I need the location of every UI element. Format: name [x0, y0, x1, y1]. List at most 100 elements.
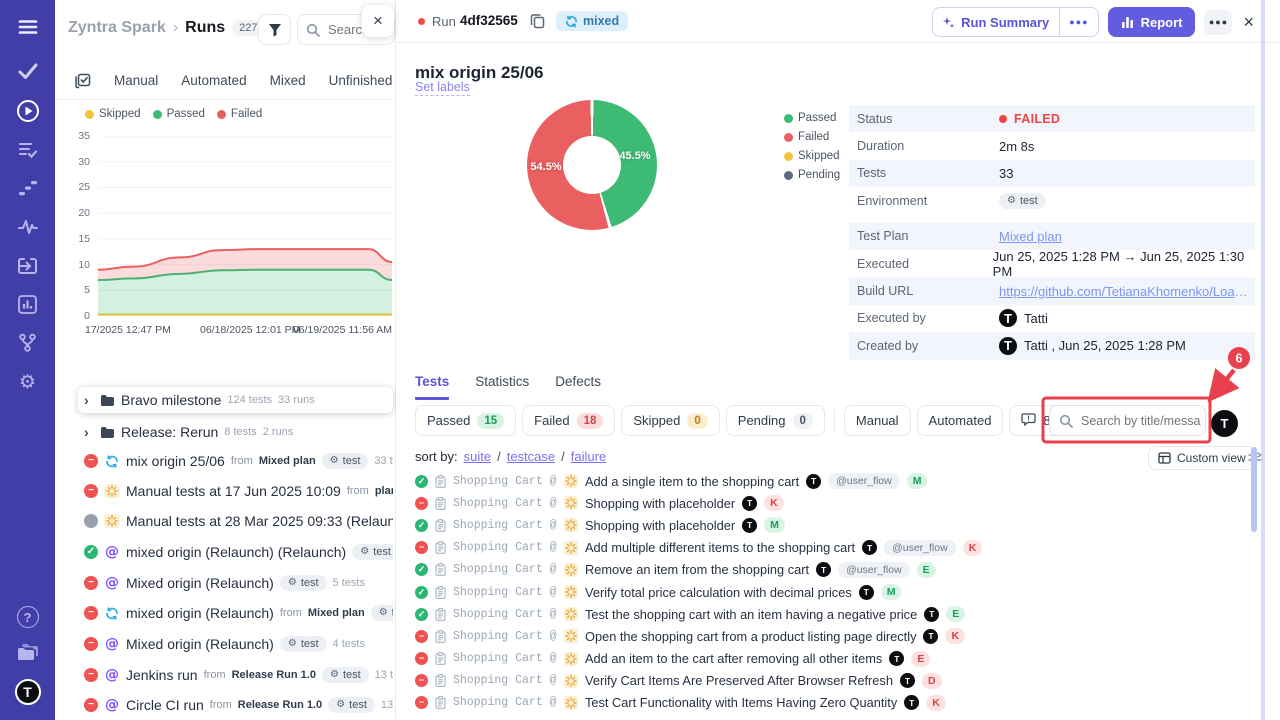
tests-icon[interactable]: [0, 60, 55, 82]
run-summary-more-icon[interactable]: ●●●: [1059, 8, 1097, 36]
runs-tab-automated[interactable]: Automated: [181, 73, 246, 88]
report-button[interactable]: Report: [1108, 7, 1196, 37]
tab-statistics[interactable]: Statistics: [475, 374, 529, 400]
imports-icon[interactable]: [0, 255, 55, 277]
runs-tab-mixed[interactable]: Mixed: [270, 73, 306, 88]
run-list-item[interactable]: ›Bravo milestone124 tests33 runs: [78, 387, 393, 413]
tab-tests[interactable]: Tests: [415, 374, 449, 400]
run-from-plan[interactable]: Mixed plan: [308, 607, 365, 619]
run-list-item[interactable]: −@Circle CI runfromRelease Run 1.0⚙test1…: [78, 692, 393, 718]
run-from-plan[interactable]: plan 1: [375, 485, 393, 497]
test-suite-name: Shopping Cart @first…: [453, 563, 557, 576]
run-from-plan[interactable]: Release Run 1.0: [232, 669, 316, 681]
filter-chip-pending[interactable]: Pending0: [726, 405, 825, 436]
test-row[interactable]: −Shopping Cart @first…Add an item to the…: [415, 648, 1248, 670]
test-row[interactable]: ✓Shopping Cart @first…Shopping with plac…: [415, 514, 1248, 536]
clipboard-icon: [435, 519, 446, 532]
filter-chip-manual[interactable]: Manual: [844, 405, 911, 436]
filter-funnel-button[interactable]: [258, 14, 291, 45]
breadcrumb-project[interactable]: Zyntra Spark: [68, 19, 166, 37]
run-list-item[interactable]: −@Mixed origin (Relaunch)⚙test5 tests: [78, 570, 393, 596]
donut-legend-failed[interactable]: Failed: [784, 131, 840, 143]
legend-item-passed[interactable]: Passed: [153, 108, 205, 120]
sort-link-testcase[interactable]: testcase: [507, 449, 555, 464]
set-labels-link[interactable]: Set labels: [415, 80, 470, 96]
detail-link[interactable]: https://github.com/TetianaKhomenko/Load-…: [999, 284, 1254, 299]
table-icon: [1158, 452, 1171, 464]
pulse-icon[interactable]: [0, 217, 55, 237]
run-from-plan[interactable]: Mixed plan: [259, 455, 316, 467]
test-row[interactable]: −Shopping Cart @first…Add multiple diffe…: [415, 537, 1248, 559]
donut-legend-passed[interactable]: Passed: [784, 112, 840, 124]
settings-icon[interactable]: ⚙: [0, 371, 55, 394]
comment-bubble-icon: !: [1021, 413, 1036, 429]
detail-link[interactable]: Mixed plan: [999, 229, 1062, 244]
run-status-dot: [418, 18, 425, 25]
user-avatar: T: [999, 309, 1017, 327]
tests-scrollbar-thumb[interactable]: [1251, 447, 1257, 532]
test-row[interactable]: ✓Shopping Cart @first…Test the shopping …: [415, 603, 1248, 625]
breadcrumb-page[interactable]: Runs: [185, 19, 225, 37]
run-list-view-icon[interactable]: [75, 73, 91, 89]
projects-icon[interactable]: [0, 641, 55, 663]
test-plans-icon[interactable]: [0, 140, 55, 160]
run-list-item[interactable]: −@Mixed origin (Relaunch)⚙test4 tests: [78, 631, 393, 657]
more-actions-button[interactable]: ●●●: [1204, 10, 1232, 35]
run-list-item[interactable]: −mix origin 25/06fromMixed plan⚙test33 t…: [78, 448, 393, 474]
run-type-at-icon: @: [104, 667, 120, 683]
gear-icon: ⚙: [360, 547, 369, 557]
runs-tab-unfinished[interactable]: Unfinished: [329, 73, 393, 88]
run-status-unknown-icon: [84, 514, 98, 528]
legend-item-failed[interactable]: Failed: [217, 108, 262, 120]
account-avatar[interactable]: T: [0, 679, 55, 705]
run-list-item[interactable]: −mixed origin (Relaunch)fromMixed plan⚙t…: [78, 600, 393, 626]
menu-icon[interactable]: [0, 16, 55, 38]
test-author-avatar: T: [816, 562, 831, 577]
run-tests-count: 13 tests: [375, 669, 393, 681]
sort-link-failure[interactable]: failure: [571, 449, 606, 464]
filter-chip-skipped[interactable]: Skipped0: [621, 405, 719, 436]
tests-search-input[interactable]: [1079, 406, 1203, 435]
legend-dot: [217, 110, 226, 119]
close-run-button[interactable]: ×: [1241, 12, 1256, 33]
test-row[interactable]: −Shopping Cart @first…Verify Cart Items …: [415, 670, 1248, 692]
run-from-plan[interactable]: Release Run 1.0: [238, 699, 322, 711]
donut-legend-pending[interactable]: Pending: [784, 169, 840, 181]
legend-item-skipped[interactable]: Skipped: [85, 108, 141, 120]
test-status-failed-icon: −: [415, 696, 428, 709]
analytics-icon[interactable]: [0, 294, 55, 315]
detail-row: Environment⚙test: [849, 187, 1255, 214]
run-summary-button[interactable]: Run Summary ●●●: [932, 7, 1098, 37]
tab-defects[interactable]: Defects: [555, 374, 601, 400]
run-tests-count: 124 tests: [227, 394, 272, 406]
test-row[interactable]: −Shopping Cart @first…Shopping with plac…: [415, 492, 1248, 514]
environment-badge: ⚙test: [999, 193, 1046, 209]
run-list-item[interactable]: ›Release: Rerun8 tests2 runs: [78, 419, 393, 445]
test-row[interactable]: ✓Shopping Cart @first…Add a single item …: [415, 470, 1248, 492]
copy-run-id-icon[interactable]: [530, 13, 545, 34]
run-list-item[interactable]: ✓@mixed origin (Relaunch) (Relaunch)⚙tes…: [78, 539, 393, 565]
integrations-icon[interactable]: [0, 332, 55, 354]
filter-chip-automated[interactable]: Automated: [917, 405, 1004, 436]
test-row[interactable]: −Shopping Cart @first…Open the shopping …: [415, 625, 1248, 647]
panel-close-button[interactable]: ×: [362, 5, 394, 37]
help-icon[interactable]: ?: [0, 606, 55, 628]
runs-tab-manual[interactable]: Manual: [114, 73, 158, 88]
filter-chip-failed[interactable]: Failed18: [522, 405, 615, 436]
chevron-right-icon[interactable]: ›: [84, 392, 94, 408]
donut-legend-skipped[interactable]: Skipped: [784, 150, 840, 162]
filter-chip-passed[interactable]: Passed15: [415, 405, 516, 436]
user-avatar[interactable]: T: [1211, 410, 1238, 437]
test-row[interactable]: ✓Shopping Cart @first…Verify total price…: [415, 581, 1248, 603]
test-row[interactable]: −Shopping Cart @first…Test Cart Function…: [415, 692, 1248, 714]
sort-link-suite[interactable]: suite: [464, 449, 491, 464]
run-list-item[interactable]: −@Jenkins runfromRelease Run 1.0⚙test13 …: [78, 662, 393, 688]
custom-view-button[interactable]: Custom view: [1148, 446, 1256, 470]
run-tabs: Tests Statistics Defects: [415, 374, 601, 400]
runs-icon[interactable]: [0, 99, 55, 123]
test-row[interactable]: ✓Shopping Cart @first…Remove an item fro…: [415, 559, 1248, 581]
run-list-item[interactable]: Manual tests at 28 Mar 2025 09:33 (Relau…: [78, 508, 393, 534]
run-list-item[interactable]: −Manual tests at 17 Jun 2025 10:09frompl…: [78, 478, 393, 504]
milestones-icon[interactable]: [0, 178, 55, 198]
chevron-right-icon[interactable]: ›: [84, 424, 94, 440]
